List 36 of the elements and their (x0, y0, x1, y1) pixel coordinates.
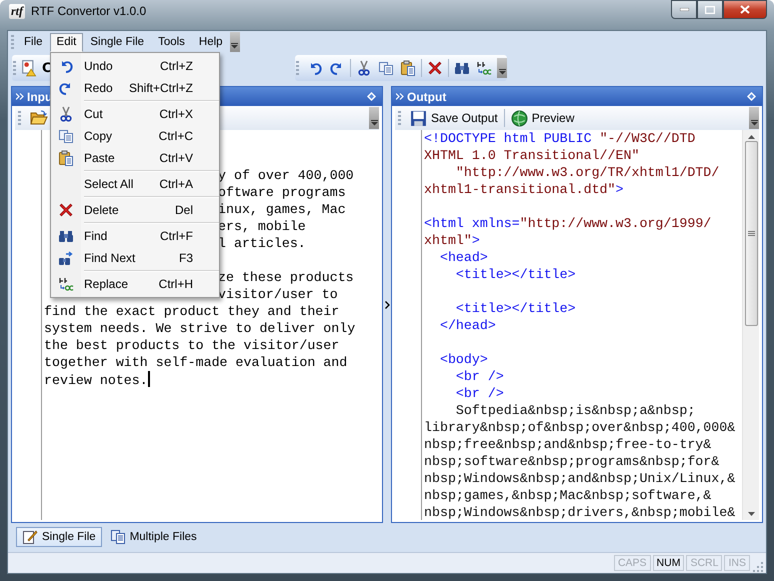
status-indicator: CAPS (614, 555, 651, 571)
text-line: inux, games, Mac (218, 201, 347, 218)
code-line: <title></title> (454, 267, 576, 282)
text-line: visitor/user to (218, 286, 339, 303)
status-indicator: INS (724, 555, 750, 571)
code-line: "http://www.w3.org/TR/xhtml1/DTD/ (454, 165, 720, 180)
code-line: <title></title> (454, 301, 576, 316)
code-line: nbsp;software&nbsp;programs&nbsp;for& (424, 454, 720, 469)
text-line: l articles. (218, 235, 307, 252)
code-line: nbsp;Windows&nbsp;drivers,&nbsp;mobile& (424, 505, 736, 520)
status-indicator: SCRL (686, 555, 722, 571)
code-line: nbsp;free&nbsp;and&nbsp;free-to-try& (424, 437, 712, 452)
code-line: <!DOCTYPE html PUBLIC "-//W3C//DTD (424, 131, 696, 146)
code-line: xhtml1-transitional.dtd"> (424, 182, 624, 197)
text-line: review notes. (44, 373, 148, 388)
code-line: nbsp;Windows&nbsp;and&nbsp;Unix/Linux,& (424, 471, 736, 486)
code-line: <head> (438, 250, 488, 265)
code-line: <br /> (454, 386, 504, 401)
text-line: the best products to the visitor/user (44, 338, 340, 353)
text-line: find the exact product they and their (44, 304, 340, 319)
code-line: Softpedia&nbsp;is&nbsp;a&nbsp; (454, 403, 696, 418)
code-line: <br /> (454, 369, 504, 384)
app-logo: rtf (9, 4, 25, 19)
code-line: library&nbsp;of&nbsp;over&nbsp;400,000& (424, 420, 736, 435)
code-line: nbsp;games,&nbsp;Mac&nbsp;software,& (424, 488, 712, 503)
text-line: together with self-made evaluation and (44, 355, 348, 370)
code-line: <body> (438, 352, 488, 367)
panel-title: Output (407, 90, 446, 104)
status-indicator: NUM (652, 555, 684, 571)
code-line: </head> (438, 318, 496, 333)
code-line: <html xmlns="http://www.w3.org/1999/ (424, 216, 712, 231)
code-line: xhtml"> (424, 233, 480, 248)
code-line: XHTML 1.0 Transitional//EN" (424, 148, 640, 163)
text-line: oftware programs (218, 184, 347, 201)
window-title: RTF Convertor v1.0.0 (31, 4, 146, 18)
text-line: system needs. We strive to deliver only (44, 321, 356, 336)
